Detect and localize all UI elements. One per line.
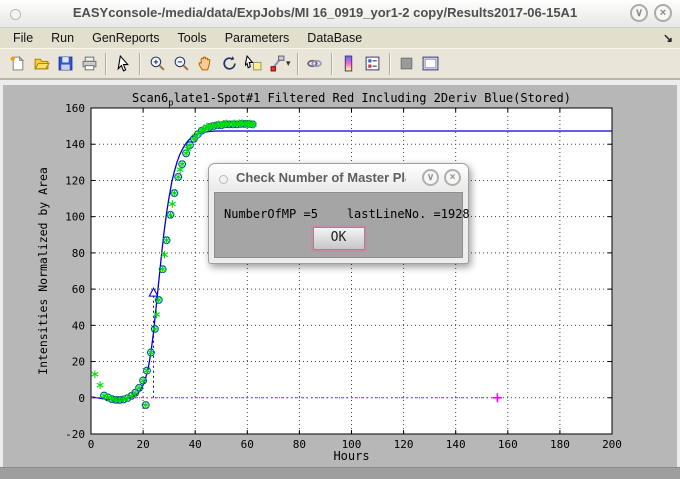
svg-text:20: 20: [72, 356, 85, 369]
menu-item-genreports[interactable]: GenReports: [83, 29, 168, 47]
svg-text:-20: -20: [65, 428, 85, 441]
plot-area[interactable]: 020406080100120140160180200-200204060801…: [3, 85, 675, 467]
pan-icon[interactable]: [193, 51, 217, 76]
svg-text:60: 60: [72, 283, 85, 296]
chart-title: Scan6plate1-Spot#1 Filtered Red Includin…: [91, 91, 612, 108]
edit-pointer-icon[interactable]: [111, 51, 135, 76]
y-axis-label: Intensities Normalized by Area: [36, 167, 50, 375]
rotate-3d-icon[interactable]: [217, 51, 241, 76]
toolbar-separator: [331, 53, 333, 75]
window-menu-icon[interactable]: [10, 9, 21, 20]
window-close-button[interactable]: ×: [654, 4, 672, 22]
menu-item-database[interactable]: DataBase: [298, 29, 371, 47]
svg-text:0: 0: [78, 392, 85, 405]
window-title: EASYconsole-/media/data/ExpJobs/MI 16_09…: [40, 5, 610, 20]
window-bottom-edge: [0, 467, 680, 479]
toolbar-separator: [297, 53, 299, 75]
dialog-menu-icon[interactable]: [219, 175, 228, 184]
data-cursor-icon[interactable]: [241, 51, 265, 76]
toolbar-separator: [105, 53, 107, 75]
open-file-icon[interactable]: [29, 51, 53, 76]
dialog-shade-button[interactable]: ∨: [422, 169, 439, 186]
insert-colorbar-icon[interactable]: [337, 51, 361, 76]
menu-item-parameters[interactable]: Parameters: [216, 29, 299, 47]
svg-text:120: 120: [65, 174, 85, 187]
print-figure-icon[interactable]: [77, 51, 101, 76]
save-figure-icon[interactable]: [53, 51, 77, 76]
menu-bar: FileRunGenReportsToolsParametersDataBase: [0, 28, 680, 48]
figure-canvas: Scan6plate1-Spot#1 Filtered Red Includin…: [3, 85, 677, 467]
dialog-title: Check Number of Master Pla: [236, 170, 406, 185]
window-titlebar[interactable]: EASYconsole-/media/data/ExpJobs/MI 16_09…: [0, 0, 680, 28]
window-shade-button[interactable]: ∨: [630, 4, 648, 22]
x-axis-label: Hours: [91, 449, 612, 463]
svg-text:160: 160: [65, 102, 85, 115]
menu-item-file[interactable]: File: [4, 29, 42, 47]
hide-plot-tools-icon[interactable]: [395, 51, 419, 76]
svg-text:40: 40: [72, 319, 85, 332]
dialog-body: NumberOfMP =5 lastLineNo. =1928 OK: [214, 192, 463, 258]
svg-text:140: 140: [65, 138, 85, 151]
zoom-out-icon[interactable]: [169, 51, 193, 76]
svg-text:80: 80: [72, 247, 85, 260]
dialog-close-button[interactable]: ×: [444, 169, 461, 186]
link-plots-icon[interactable]: [303, 51, 327, 76]
zoom-in-icon[interactable]: [145, 51, 169, 76]
insert-legend-icon[interactable]: [361, 51, 385, 76]
dialog-titlebar[interactable]: Check Number of Master Pla ∨ ×: [209, 164, 468, 191]
application-window: EASYconsole-/media/data/ExpJobs/MI 16_09…: [0, 0, 680, 479]
toolbar-separator: [389, 53, 391, 75]
dock-figure-icon[interactable]: ↘: [663, 31, 673, 45]
toolbar: ▾: [0, 48, 680, 80]
dialog-message: NumberOfMP =5 lastLineNo. =1928: [224, 207, 470, 221]
menu-item-run[interactable]: Run: [42, 29, 83, 47]
brush-dropdown-caret-icon[interactable]: ▾: [286, 58, 291, 69]
check-number-dialog: Check Number of Master Pla ∨ × NumberOfM…: [208, 163, 469, 264]
ok-button[interactable]: OK: [313, 227, 365, 250]
menu-item-tools[interactable]: Tools: [169, 29, 216, 47]
show-plot-tools-icon[interactable]: [419, 51, 443, 76]
svg-text:100: 100: [65, 211, 85, 224]
toolbar-separator: [139, 53, 141, 75]
new-document-icon[interactable]: [5, 51, 29, 76]
